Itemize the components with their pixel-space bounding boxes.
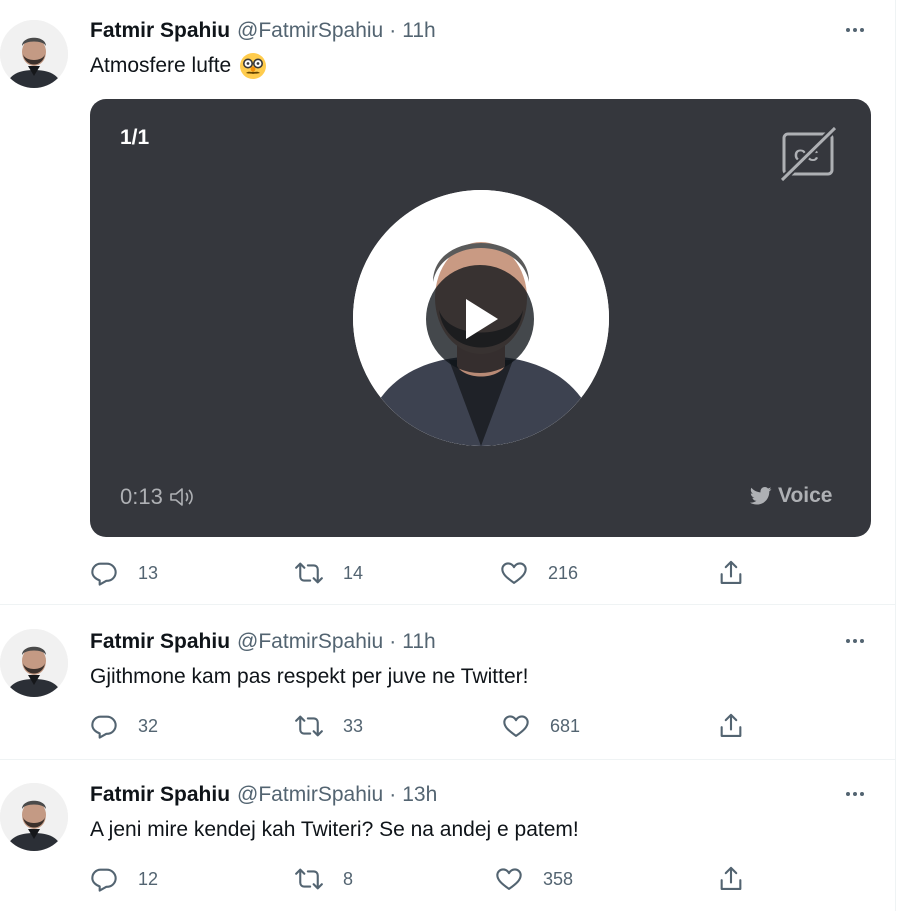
tweet-header: Fatmir Spahiu @FatmirSpahiu · 11h bbox=[90, 18, 436, 44]
reply-count: 12 bbox=[138, 868, 159, 889]
retweet-icon bbox=[295, 715, 323, 737]
tweet-text-content: Atmosfere lufte bbox=[90, 54, 232, 77]
like-count: 358 bbox=[543, 868, 574, 889]
tweet-text-content: A jeni mire kendej kah Twiteri? Se na an… bbox=[90, 818, 579, 841]
timestamp[interactable]: 11h bbox=[402, 630, 435, 654]
avatar[interactable] bbox=[0, 783, 68, 851]
more-icon[interactable] bbox=[840, 631, 870, 651]
retweet-button[interactable]: 14 bbox=[295, 558, 363, 588]
reply-icon bbox=[91, 715, 117, 739]
retweet-icon bbox=[295, 868, 323, 890]
like-button[interactable]: 358 bbox=[495, 864, 573, 894]
author-name[interactable]: Fatmir Spahiu bbox=[90, 630, 230, 654]
tweet[interactable]: Fatmir Spahiu @FatmirSpahiu · 11h Gjithm… bbox=[0, 605, 895, 760]
reply-icon bbox=[91, 562, 117, 586]
tweet-actions: 13 14 216 bbox=[90, 558, 790, 588]
avatar-photo bbox=[0, 20, 68, 88]
retweet-count: 8 bbox=[343, 868, 354, 889]
separator: · bbox=[389, 783, 397, 806]
avatar-photo bbox=[0, 783, 68, 851]
twitter-bird-icon bbox=[750, 487, 772, 505]
avatar[interactable] bbox=[0, 20, 68, 88]
retweet-button[interactable]: 33 bbox=[295, 711, 363, 741]
column-border bbox=[895, 0, 896, 911]
author-handle[interactable]: @FatmirSpahiu bbox=[237, 783, 383, 807]
disguised-face-emoji bbox=[240, 53, 267, 79]
more-icon[interactable] bbox=[840, 784, 870, 804]
voice-duration: 0:13 bbox=[120, 484, 195, 510]
retweet-icon bbox=[295, 562, 323, 584]
like-icon bbox=[496, 868, 522, 890]
reply-count: 32 bbox=[138, 715, 159, 736]
tweet-actions: 32 33 681 bbox=[90, 711, 790, 741]
tweet-feed: Fatmir Spahiu @FatmirSpahiu · 11h Atmosf… bbox=[0, 0, 900, 911]
timestamp[interactable]: 11h bbox=[402, 19, 435, 43]
play-icon bbox=[466, 299, 498, 339]
avatar[interactable] bbox=[0, 629, 68, 697]
tweet-actions: 12 8 358 bbox=[90, 864, 790, 894]
voice-label-text: Voice bbox=[778, 484, 833, 507]
volume-icon[interactable] bbox=[169, 486, 195, 508]
tweet-text: Atmosfere lufte bbox=[90, 52, 267, 80]
reply-count: 13 bbox=[138, 562, 159, 583]
tweet-header: Fatmir Spahiu @FatmirSpahiu · 13h bbox=[90, 782, 437, 808]
author-handle[interactable]: @FatmirSpahiu bbox=[237, 630, 383, 654]
reply-icon bbox=[91, 868, 117, 892]
like-button[interactable]: 216 bbox=[500, 558, 578, 588]
tweet-text-content: Gjithmone kam pas respekt per juve ne Tw… bbox=[90, 665, 529, 688]
avatar-photo bbox=[0, 629, 68, 697]
share-button[interactable] bbox=[717, 711, 745, 741]
share-icon bbox=[720, 713, 742, 737]
share-button[interactable] bbox=[717, 864, 745, 894]
like-icon bbox=[501, 562, 527, 584]
like-count: 216 bbox=[548, 562, 579, 583]
closed-captions-off-icon[interactable]: CC bbox=[780, 126, 838, 182]
duration-text: 0:13 bbox=[120, 484, 163, 509]
play-button[interactable] bbox=[426, 265, 534, 373]
author-name[interactable]: Fatmir Spahiu bbox=[90, 783, 230, 807]
author-name[interactable]: Fatmir Spahiu bbox=[90, 19, 230, 43]
share-icon bbox=[720, 560, 742, 584]
voice-tweet-player[interactable]: 1/1 CC bbox=[90, 99, 871, 537]
tweet[interactable]: Fatmir Spahiu @FatmirSpahiu · 13h A jeni… bbox=[0, 760, 895, 911]
author-handle[interactable]: @FatmirSpahiu bbox=[237, 19, 383, 43]
retweet-count: 14 bbox=[343, 562, 364, 583]
separator: · bbox=[389, 19, 397, 42]
reply-button[interactable]: 32 bbox=[90, 711, 158, 741]
timestamp[interactable]: 13h bbox=[402, 783, 437, 807]
tweet-text: A jeni mire kendej kah Twiteri? Se na an… bbox=[90, 816, 579, 844]
media-counter: 1/1 bbox=[120, 126, 150, 149]
voice-badge: Voice bbox=[750, 484, 832, 508]
like-count: 681 bbox=[550, 715, 581, 736]
like-icon bbox=[503, 715, 529, 737]
retweet-button[interactable]: 8 bbox=[295, 864, 353, 894]
more-icon[interactable] bbox=[840, 20, 870, 40]
like-button[interactable]: 681 bbox=[502, 711, 580, 741]
share-icon bbox=[720, 866, 742, 890]
separator: · bbox=[389, 630, 397, 653]
retweet-count: 33 bbox=[343, 715, 364, 736]
tweet[interactable]: Fatmir Spahiu @FatmirSpahiu · 11h Atmosf… bbox=[0, 0, 895, 605]
reply-button[interactable]: 13 bbox=[90, 558, 158, 588]
reply-button[interactable]: 12 bbox=[90, 864, 158, 894]
share-button[interactable] bbox=[717, 558, 745, 588]
tweet-text: Gjithmone kam pas respekt per juve ne Tw… bbox=[90, 663, 528, 691]
tweet-header: Fatmir Spahiu @FatmirSpahiu · 11h bbox=[90, 629, 436, 655]
